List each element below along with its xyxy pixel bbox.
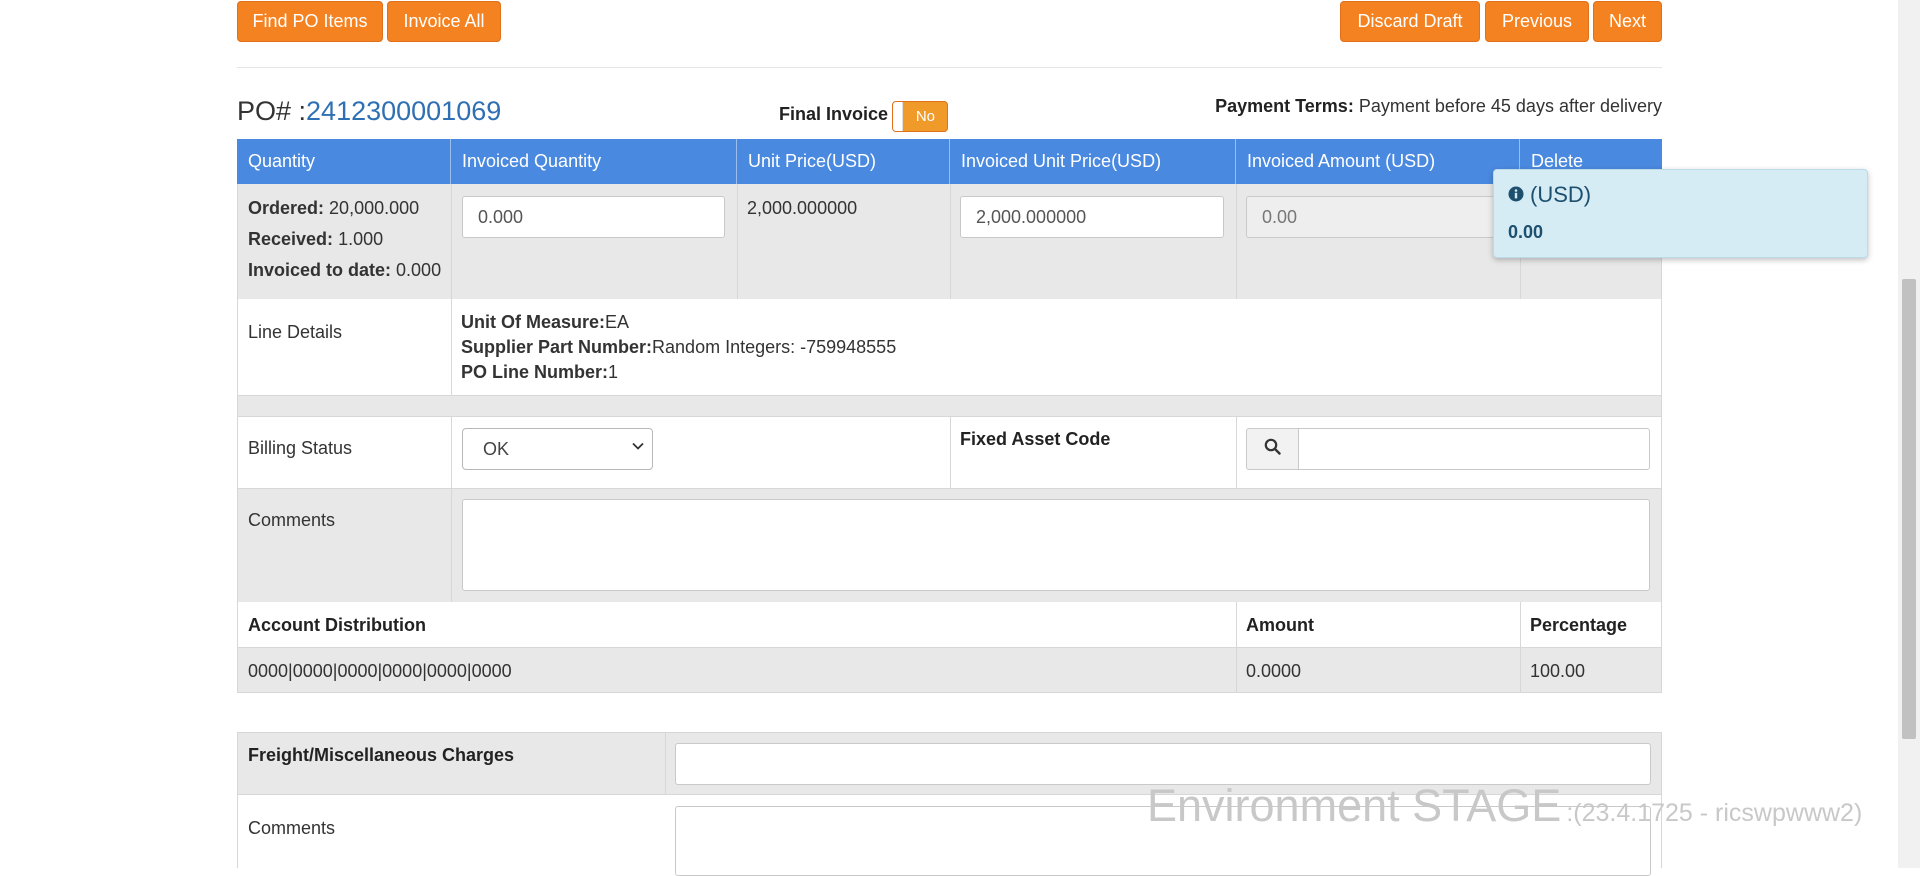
- po-number-link[interactable]: 2412300001069: [306, 96, 501, 126]
- invoiced-to-date-value: 0.000: [396, 260, 442, 280]
- col-invoiced-unit-price: Invoiced Unit Price(USD): [950, 139, 1236, 184]
- line-details-label: Line Details: [248, 322, 343, 342]
- divider: [451, 184, 452, 299]
- percentage-heading: Percentage: [1530, 615, 1628, 635]
- received-value: 1.000: [338, 229, 384, 249]
- fixed-asset-code-label: Fixed Asset Code: [960, 429, 1111, 449]
- popover-value: 0.00: [1508, 222, 1544, 242]
- invoice-all-button[interactable]: Invoice All: [387, 1, 501, 42]
- account-amount: 0.0000: [1246, 661, 1302, 681]
- payment-terms-label: Payment Terms:: [1215, 96, 1354, 116]
- toggle-knob: [893, 102, 903, 131]
- invoiced-to-date-label: Invoiced to date:: [248, 260, 392, 280]
- invoiced-to-date: Invoiced to date: 0.000: [248, 260, 441, 281]
- page-title: PO# :2412300001069: [237, 96, 501, 127]
- fixed-asset-search-button[interactable]: [1246, 428, 1299, 470]
- next-button[interactable]: Next: [1593, 1, 1662, 42]
- col-quantity: Quantity: [237, 139, 451, 184]
- divider: [1520, 648, 1521, 693]
- divider: [451, 299, 452, 396]
- comments-textarea[interactable]: [462, 499, 1650, 591]
- account-distribution-heading: Account Distribution: [248, 615, 426, 635]
- amount-tooltip-popover: (USD) 0.00: [1493, 169, 1868, 258]
- popover-title-text: (USD): [1530, 182, 1592, 207]
- divider: [737, 184, 738, 299]
- freight-label: Freight/Miscellaneous Charges: [248, 745, 515, 765]
- billing-status-label: Billing Status: [248, 438, 353, 458]
- col-unit-price: Unit Price(USD): [737, 139, 950, 184]
- ordered-value: 20,000.000: [329, 198, 420, 218]
- billing-status-select[interactable]: OK: [462, 428, 653, 470]
- invoiced-quantity-input[interactable]: 0.000: [462, 196, 725, 238]
- col-invoiced-quantity: Invoiced Quantity: [451, 139, 737, 184]
- divider: [451, 489, 452, 602]
- divider: [1236, 184, 1237, 299]
- environment-version: :(23.4.1725 - ricswpwww2): [1566, 799, 1863, 827]
- payment-terms-value: Payment before 45 days after delivery: [1358, 96, 1662, 116]
- billing-status-selected: OK: [483, 438, 510, 459]
- col-invoiced-amount: Invoiced Amount (USD): [1236, 139, 1520, 184]
- divider: [451, 416, 452, 489]
- divider: [950, 184, 951, 299]
- spacer-band: [237, 396, 1662, 416]
- toolbar-divider: [237, 67, 1662, 68]
- account-code: 0000|0000|0000|0000|0000|0000: [248, 661, 512, 681]
- payment-terms: Payment Terms: Payment before 45 days af…: [1215, 96, 1662, 117]
- amount-heading: Amount: [1246, 615, 1314, 635]
- received-label: Received:: [248, 229, 334, 249]
- find-po-items-button[interactable]: Find PO Items: [237, 1, 383, 42]
- po-label: PO# :: [237, 96, 307, 126]
- uom-label: Unit Of Measure:: [461, 312, 606, 332]
- chevron-down-icon: [632, 439, 644, 455]
- environment-watermark: Environment STAGE :(23.4.1725 - ricswpww…: [1147, 780, 1862, 832]
- spn-label: Supplier Part Number:: [461, 337, 653, 357]
- environment-name: Environment STAGE: [1147, 780, 1562, 831]
- popover-title: (USD): [1508, 182, 1591, 208]
- fixed-asset-code-input[interactable]: [1298, 428, 1650, 470]
- final-invoice-label: Final Invoice :: [779, 104, 900, 124]
- spn-value: Random Integers: -759948555: [652, 337, 897, 357]
- account-percentage: 100.00: [1530, 661, 1586, 681]
- received-qty: Received: 1.000: [248, 229, 383, 250]
- divider: [1236, 416, 1237, 489]
- po-line-value: 1: [608, 362, 619, 382]
- freight-comments-label: Comments: [248, 818, 336, 838]
- account-distribution-header: [237, 602, 1662, 648]
- unit-of-measure: Unit Of Measure:EA: [461, 312, 629, 333]
- invoiced-unit-price-input[interactable]: 2,000.000000: [960, 196, 1224, 238]
- final-invoice-toggle-value: No: [915, 108, 935, 125]
- comments-label: Comments: [248, 510, 336, 530]
- info-icon: [1508, 182, 1524, 208]
- final-invoice-toggle[interactable]: No: [892, 101, 948, 132]
- line-table-header: Quantity Invoiced Quantity Unit Price(US…: [237, 139, 1662, 184]
- po-line-label: PO Line Number:: [461, 362, 609, 382]
- search-icon: [1264, 438, 1281, 460]
- freight-input[interactable]: [675, 743, 1651, 785]
- supplier-part-number: Supplier Part Number:Random Integers: -7…: [461, 337, 896, 358]
- po-line-number: PO Line Number:1: [461, 362, 618, 383]
- discard-draft-button[interactable]: Discard Draft: [1340, 1, 1480, 42]
- scrollbar-thumb[interactable]: [1902, 279, 1916, 739]
- divider: [950, 416, 951, 489]
- unit-price-value: 2,000.000000: [747, 198, 858, 218]
- ordered-label: Ordered:: [248, 198, 325, 218]
- uom-value: EA: [605, 312, 630, 332]
- invoiced-amount-input: 0.00: [1246, 196, 1508, 238]
- previous-button[interactable]: Previous: [1485, 1, 1589, 42]
- ordered-qty: Ordered: 20,000.000: [248, 198, 419, 219]
- divider: [1236, 648, 1237, 693]
